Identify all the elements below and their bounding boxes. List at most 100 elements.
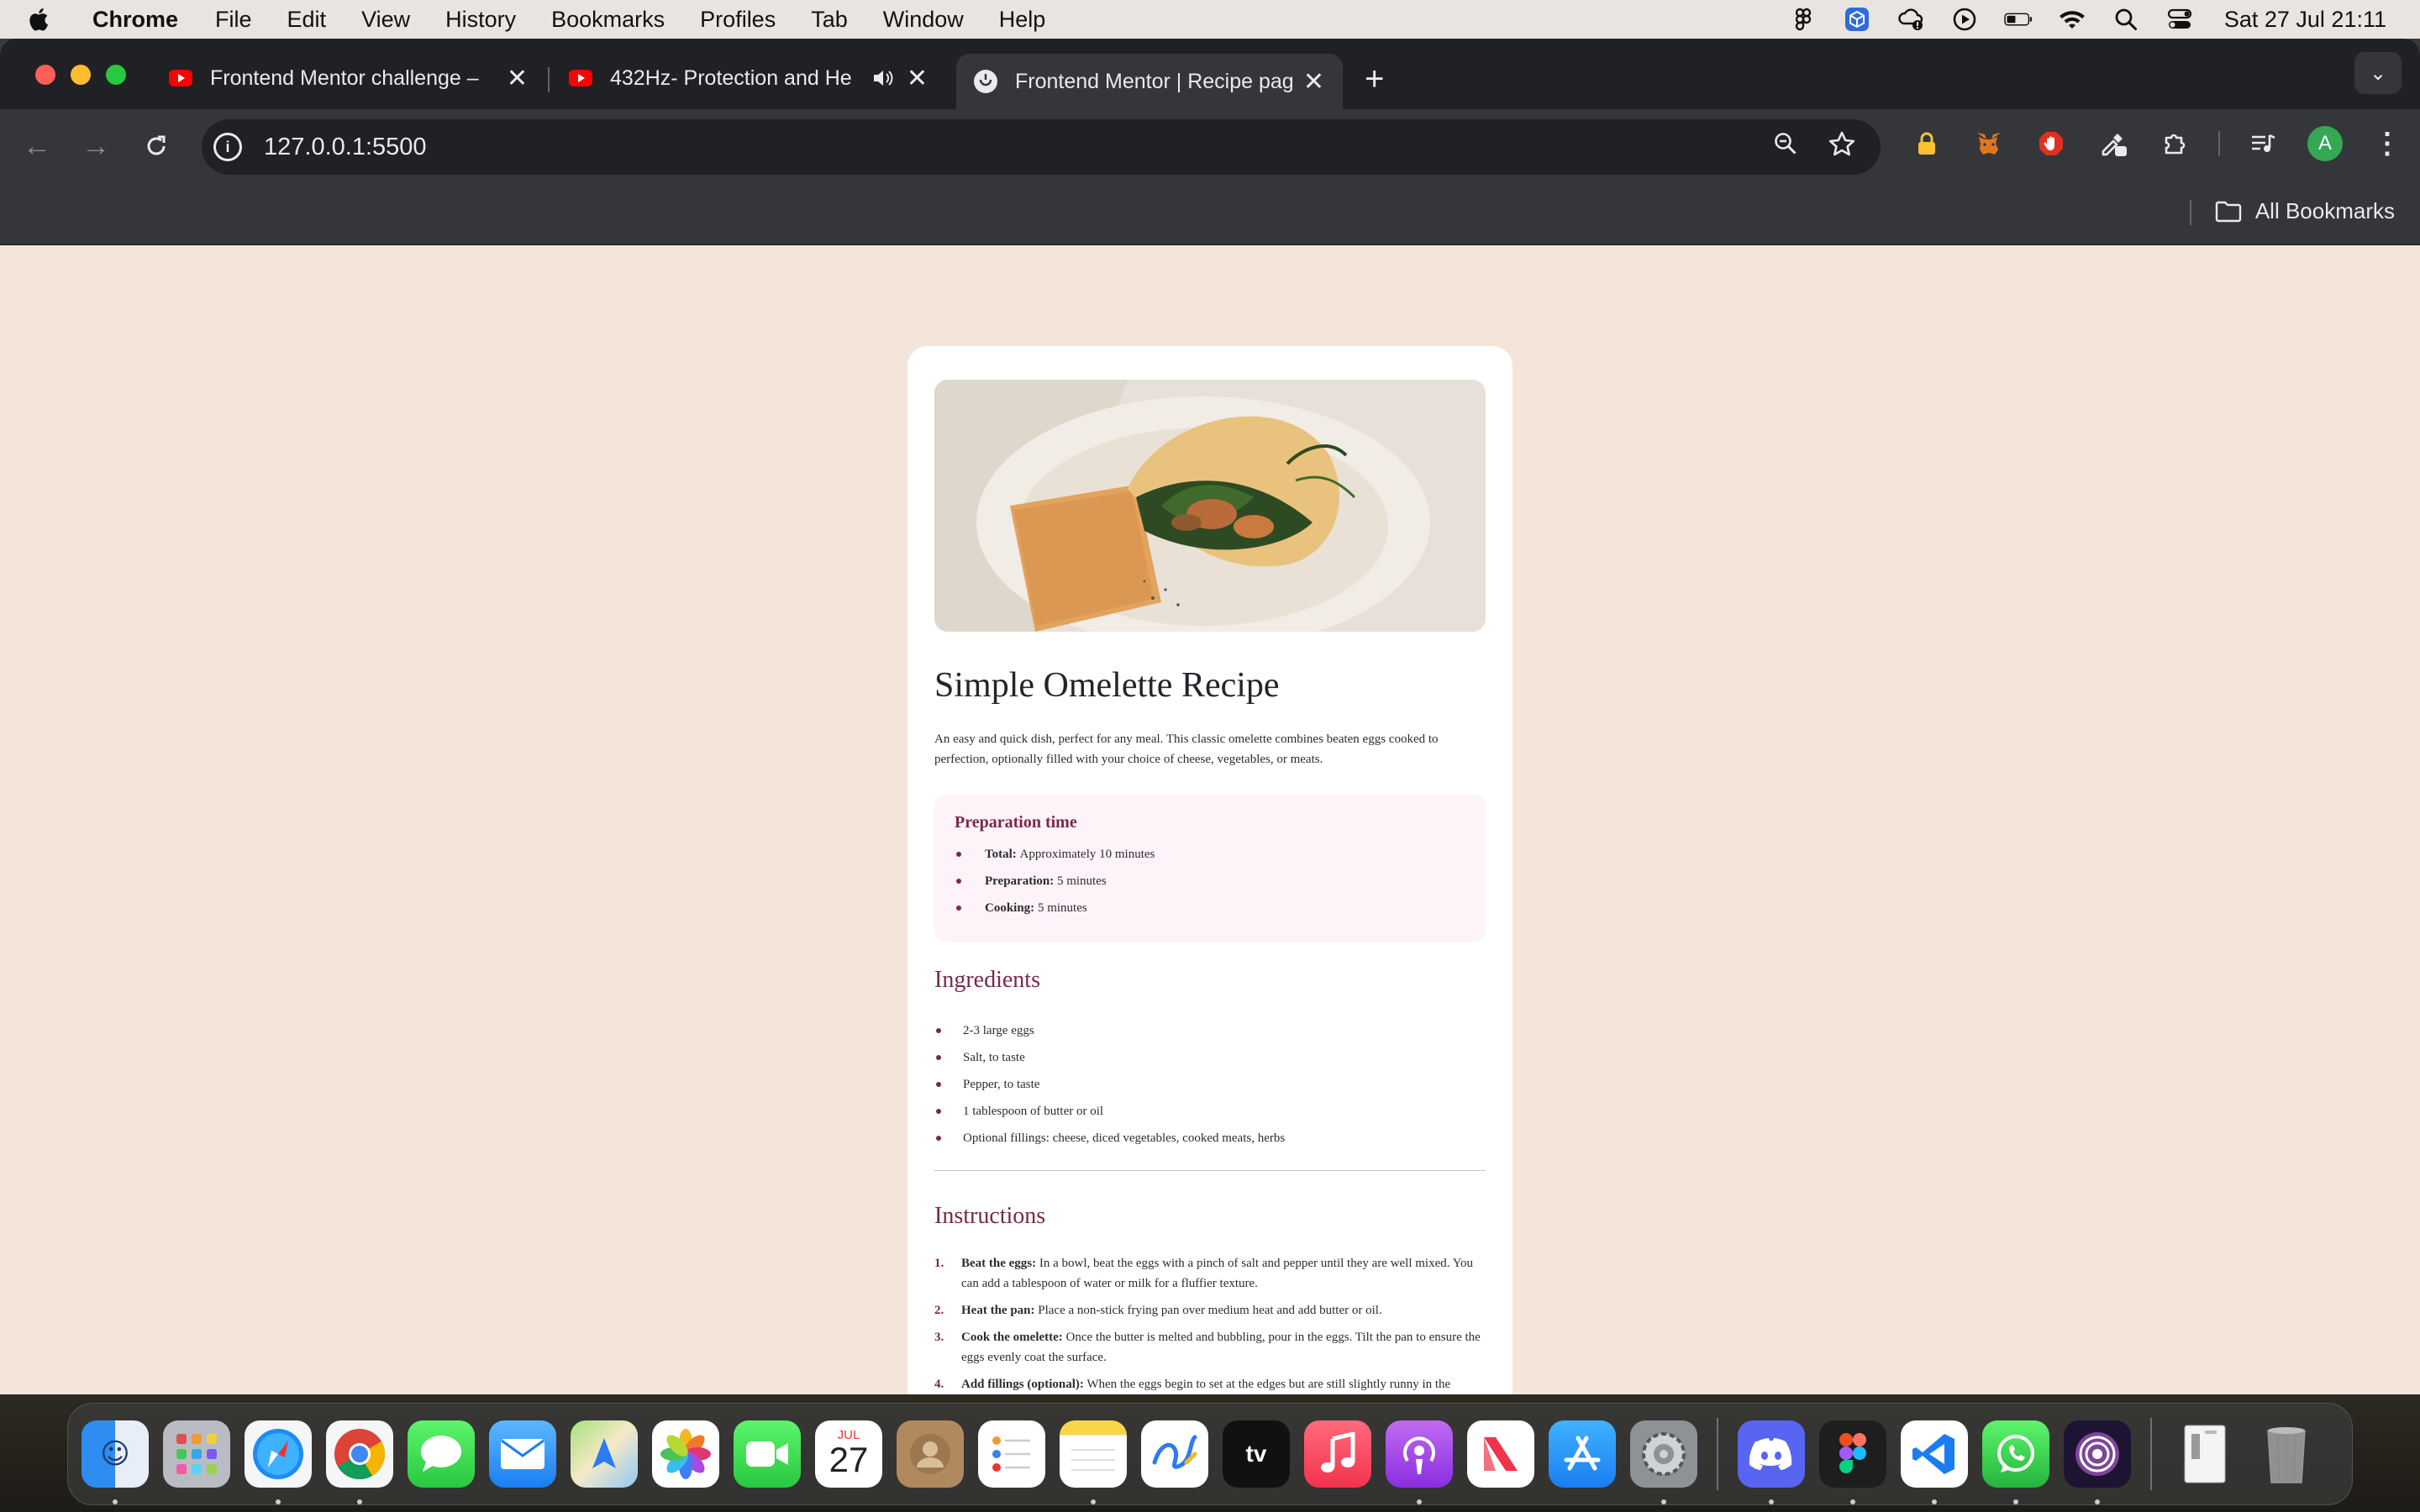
all-bookmarks-label: All Bookmarks (2254, 198, 2395, 223)
recipe-intro: An easy and quick dish, perfect for any … (934, 732, 1439, 766)
menu-file[interactable]: File (215, 7, 252, 33)
menu-app-name[interactable]: Chrome (92, 7, 178, 33)
menu-profiles[interactable]: Profiles (700, 7, 776, 33)
tab-separator (548, 67, 550, 92)
facetime-icon[interactable] (734, 1420, 801, 1488)
tab-search-button[interactable]: ⌄ (2354, 52, 2402, 94)
notes-icon[interactable] (1060, 1420, 1127, 1504)
whatsapp-icon[interactable] (1982, 1420, 2049, 1504)
contacts-icon[interactable] (897, 1420, 964, 1488)
menu-history[interactable]: History (445, 7, 516, 33)
zoom-icon[interactable] (1773, 131, 1798, 163)
messages-icon[interactable] (408, 1420, 475, 1488)
all-bookmarks-button[interactable]: All Bookmarks (2215, 198, 2395, 224)
instruction-label: Beat the eggs: (961, 1257, 1037, 1270)
vscode-icon[interactable] (1901, 1420, 1968, 1504)
tab-432hz[interactable]: 432Hz- Protection and He ✕ (551, 54, 946, 102)
trash-icon[interactable] (2253, 1420, 2320, 1488)
instructions-heading: Instructions (934, 1203, 1046, 1229)
maps-icon[interactable] (571, 1420, 638, 1488)
site-info-icon[interactable]: i (213, 133, 242, 161)
system-settings-icon[interactable] (1630, 1420, 1697, 1504)
podcasts-icon[interactable] (1386, 1420, 1453, 1504)
reminders-icon[interactable] (978, 1420, 1045, 1488)
color-picker-extension-icon[interactable] (2094, 124, 2133, 163)
chrome-menu-icon[interactable]: ⋮ (2368, 124, 2407, 163)
folder-icon (2215, 201, 2242, 222)
weather-alert-icon[interactable] (1897, 5, 1925, 34)
freeform-icon[interactable] (1141, 1420, 1208, 1488)
ingredients-heading: Ingredients (934, 967, 1040, 993)
launchpad-icon[interactable] (163, 1420, 230, 1488)
spotlight-search-icon[interactable] (2112, 5, 2140, 34)
back-arrow-icon[interactable]: ← (18, 128, 55, 165)
tor-browser-icon[interactable] (2064, 1420, 2131, 1504)
figma-icon[interactable] (1819, 1420, 1886, 1504)
instruction-number: 3. (934, 1331, 944, 1344)
macos-menu-bar: Chrome File Edit View History Bookmarks … (0, 0, 2420, 39)
tab-close-icon[interactable]: ✕ (507, 64, 528, 93)
menu-tab[interactable]: Tab (811, 7, 848, 33)
ingredients-section: Ingredients 2-3 large eggs Salt, to tast… (934, 967, 1486, 1152)
safari-icon[interactable] (245, 1420, 312, 1504)
discord-icon[interactable] (1738, 1420, 1805, 1504)
instruction-item: 1. Beat the eggs: In a bowl, beat the egg… (934, 1253, 1486, 1294)
mail-icon[interactable] (489, 1420, 556, 1488)
menu-bookmarks[interactable]: Bookmarks (551, 7, 665, 33)
instruction-label: Add fillings (optional): (961, 1378, 1084, 1391)
menu-window[interactable]: Window (883, 7, 964, 33)
zoom-window-button[interactable] (106, 65, 126, 85)
finder-icon[interactable]: ☺ (82, 1420, 149, 1504)
bullet-icon (936, 1082, 941, 1087)
tab-close-icon[interactable]: ✕ (907, 64, 928, 93)
profile-avatar-button[interactable]: A (2306, 124, 2344, 163)
downloads-stack-icon[interactable] (2171, 1420, 2238, 1488)
news-icon[interactable] (1467, 1420, 1534, 1488)
forward-arrow-icon[interactable]: → (77, 128, 114, 165)
cube-app-status-icon[interactable] (1843, 5, 1871, 34)
web-page-viewport[interactable]: Simple Omelette Recipe An easy and quick… (0, 245, 2420, 1394)
control-center-icon[interactable] (2165, 5, 2194, 34)
lock-extension-icon[interactable] (1907, 124, 1946, 163)
apple-menu-icon[interactable] (29, 6, 67, 33)
chrome-icon[interactable] (326, 1420, 393, 1504)
calendar-icon[interactable]: JUL 27 (815, 1420, 882, 1488)
instruction-number: 4. (934, 1378, 944, 1391)
photos-icon[interactable] (652, 1420, 719, 1488)
bullet-icon (936, 1028, 941, 1033)
close-window-button[interactable] (35, 65, 55, 85)
prep-item: Preparation: 5 minutes (955, 868, 1465, 895)
menu-view[interactable]: View (361, 7, 410, 33)
instruction-number: 1. (934, 1257, 944, 1270)
tab-close-icon[interactable]: ✕ (1303, 67, 1324, 97)
minimize-window-button[interactable] (71, 65, 91, 85)
bullet-icon (936, 1055, 941, 1060)
address-bar[interactable]: i 127.0.0.1:5500 (202, 119, 1881, 175)
speaker-icon[interactable] (872, 68, 894, 88)
tab-frontend-mentor-challenge[interactable]: Frontend Mentor challenge – ✕ (151, 54, 546, 102)
battery-icon[interactable] (2004, 5, 2033, 34)
bookmark-star-icon[interactable] (1828, 131, 1855, 163)
ingredient-item: Pepper, to taste (934, 1071, 1486, 1098)
figma-status-icon[interactable] (1789, 5, 1818, 34)
extensions-puzzle-icon[interactable] (2156, 124, 2195, 163)
menu-edit[interactable]: Edit (287, 7, 327, 33)
menu-help[interactable]: Help (999, 7, 1046, 33)
new-tab-button[interactable]: + (1365, 60, 1384, 98)
music-icon[interactable] (1304, 1420, 1371, 1488)
ingredient-item: Optional fillings: cheese, diced vegetab… (934, 1125, 1486, 1152)
bullet-icon (956, 906, 961, 911)
play-circle-icon[interactable] (1950, 5, 1979, 34)
metamask-icon[interactable] (1970, 124, 2008, 163)
bullet-icon (936, 1109, 941, 1114)
url-text[interactable]: 127.0.0.1:5500 (264, 134, 427, 161)
tab-recipe-page[interactable]: Frontend Mentor | Recipe pag ✕ (956, 54, 1343, 109)
app-store-icon[interactable] (1549, 1420, 1616, 1488)
wifi-icon[interactable] (2058, 5, 2086, 34)
reload-icon[interactable] (138, 128, 175, 165)
menubar-clock[interactable]: Sat 27 Jul 21:11 (2224, 7, 2386, 33)
media-control-icon[interactable] (2244, 124, 2282, 163)
apple-tv-icon[interactable]: tv (1223, 1420, 1290, 1488)
adblock-icon[interactable] (2032, 124, 2070, 163)
preparation-time-box: Preparation time Total: Approximately 10… (934, 795, 1486, 942)
